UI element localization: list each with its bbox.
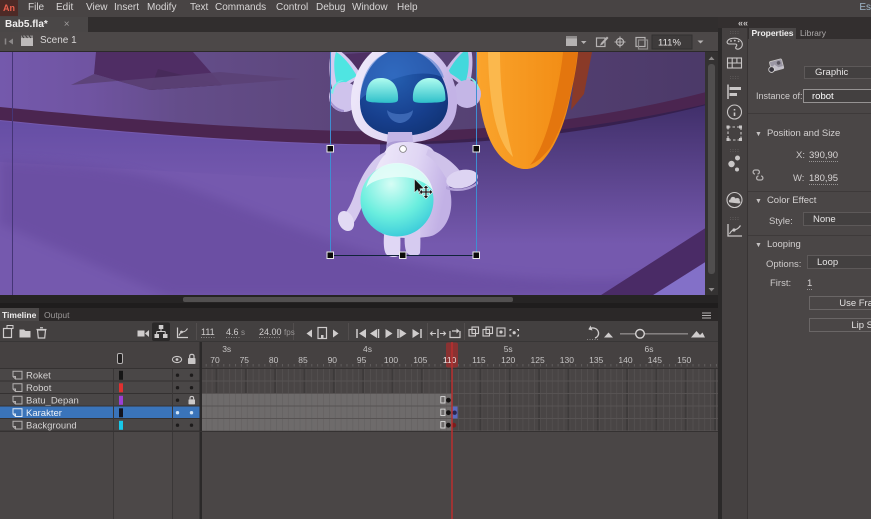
svg-text:Karakter: Karakter bbox=[26, 408, 62, 419]
svg-text:4s: 4s bbox=[363, 344, 372, 354]
svg-text:150: 150 bbox=[677, 355, 691, 365]
svg-text:105: 105 bbox=[413, 355, 427, 365]
svg-text:Timeline: Timeline bbox=[2, 310, 37, 320]
svg-text:Batu_Depan: Batu_Depan bbox=[26, 396, 79, 407]
svg-text:85: 85 bbox=[298, 355, 308, 365]
svg-text:135: 135 bbox=[589, 355, 603, 365]
svg-text:80: 80 bbox=[269, 355, 279, 365]
svg-text:70: 70 bbox=[210, 355, 220, 365]
svg-text:125: 125 bbox=[531, 355, 545, 365]
svg-text:Roket: Roket bbox=[26, 371, 51, 382]
svg-text:111: 111 bbox=[201, 327, 215, 337]
svg-text:90: 90 bbox=[328, 355, 338, 365]
svg-text:110: 110 bbox=[443, 355, 457, 365]
svg-text:115: 115 bbox=[472, 355, 486, 365]
svg-text:130: 130 bbox=[560, 355, 574, 365]
svg-text:140: 140 bbox=[618, 355, 632, 365]
svg-text:3s: 3s bbox=[222, 344, 231, 354]
svg-text:111%: 111% bbox=[658, 38, 681, 49]
svg-text:4.6 s: 4.6 s bbox=[226, 327, 245, 337]
svg-text:6s: 6s bbox=[645, 344, 654, 354]
svg-text:100: 100 bbox=[384, 355, 398, 365]
svg-text:Background: Background bbox=[26, 421, 77, 432]
svg-text:75: 75 bbox=[240, 355, 250, 365]
svg-text:Output: Output bbox=[44, 310, 70, 320]
svg-text:24.00 fps: 24.00 fps bbox=[259, 327, 295, 337]
svg-text:95: 95 bbox=[357, 355, 367, 365]
svg-text:Robot: Robot bbox=[26, 383, 52, 394]
svg-text:5s: 5s bbox=[504, 344, 513, 354]
svg-text:145: 145 bbox=[648, 355, 662, 365]
svg-text:120: 120 bbox=[501, 355, 515, 365]
